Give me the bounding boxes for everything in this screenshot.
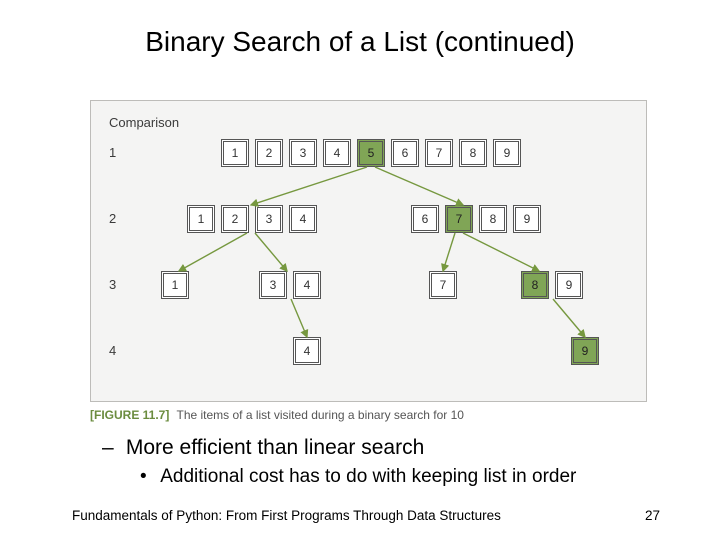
dash-icon: – (102, 436, 120, 460)
list-cell: 4 (323, 139, 351, 167)
bullet-text: Additional cost has to do with keeping l… (160, 466, 576, 487)
list-cell: 3 (289, 139, 317, 167)
page-number: 27 (645, 508, 660, 523)
list-cell: 7 (425, 139, 453, 167)
row-label: 3 (109, 277, 116, 292)
list-cell: 4 (293, 337, 321, 365)
list-cell-highlight: 8 (521, 271, 549, 299)
row-label: 4 (109, 343, 116, 358)
bullet-level-2: • Additional cost has to do with keeping… (140, 466, 576, 488)
row-label: 2 (109, 211, 116, 226)
footer-text: Fundamentals of Python: From First Progr… (72, 508, 501, 523)
list-cell: 1 (221, 139, 249, 167)
list-cell-highlight: 7 (445, 205, 473, 233)
list-cell: 4 (289, 205, 317, 233)
figure-caption-text: The items of a list visited during a bin… (176, 408, 463, 422)
list-cell: 3 (255, 205, 283, 233)
list-cell: 9 (513, 205, 541, 233)
dot-icon: • (140, 466, 156, 488)
slide-title: Binary Search of a List (continued) (0, 26, 720, 58)
figure-area: Comparison 1 2 3 4 1 2 3 4 5 6 7 8 9 1 2… (90, 100, 647, 402)
figure-tag: [FIGURE 11.7] (90, 408, 169, 422)
bullet-level-1: – More efficient than linear search (102, 436, 424, 460)
list-cell-highlight: 5 (357, 139, 385, 167)
figure-caption: [FIGURE 11.7] The items of a list visite… (90, 408, 464, 422)
slide: Binary Search of a List (continued) Comp… (0, 0, 720, 540)
list-cell: 3 (259, 271, 287, 299)
list-cell: 4 (293, 271, 321, 299)
list-cell: 7 (429, 271, 457, 299)
list-cell: 9 (493, 139, 521, 167)
bullet-text: More efficient than linear search (126, 436, 424, 459)
list-cell: 6 (411, 205, 439, 233)
list-cell: 1 (161, 271, 189, 299)
list-cell: 8 (479, 205, 507, 233)
row-label: 1 (109, 145, 116, 160)
list-cell: 1 (187, 205, 215, 233)
list-cell-highlight: 9 (571, 337, 599, 365)
list-cell: 8 (459, 139, 487, 167)
list-cell: 2 (221, 205, 249, 233)
list-cell: 9 (555, 271, 583, 299)
comparison-heading: Comparison (109, 115, 179, 130)
list-cell: 6 (391, 139, 419, 167)
list-cell: 2 (255, 139, 283, 167)
